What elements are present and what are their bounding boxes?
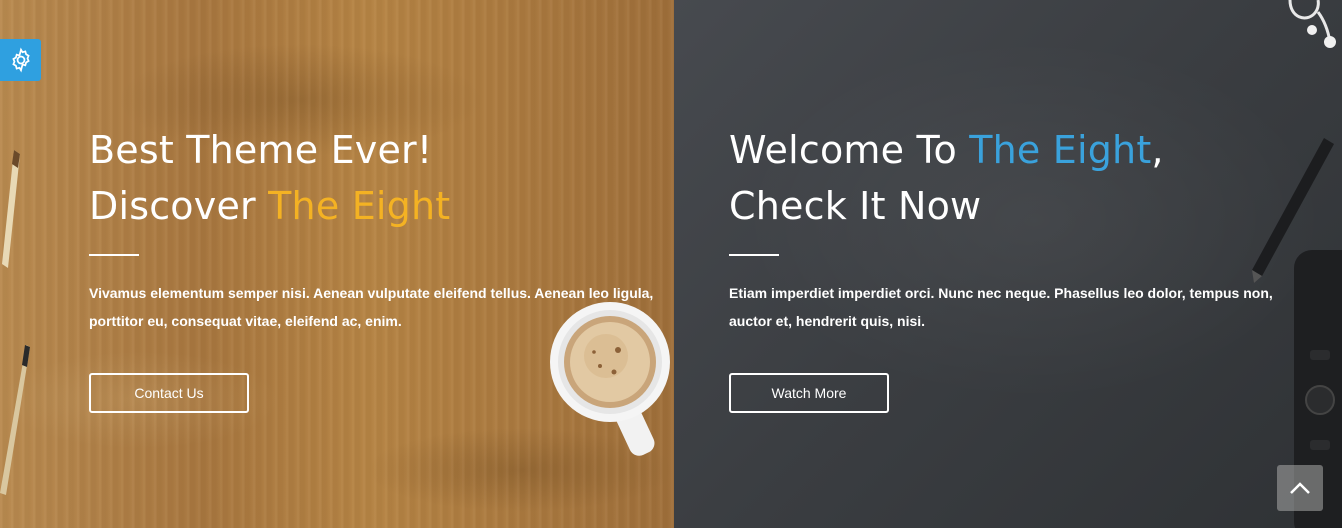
heading-line: Discover — [89, 184, 269, 228]
pencil-decoration — [2, 150, 20, 268]
heading-line: Check It Now — [729, 184, 982, 228]
heading-punctuation: , — [1151, 128, 1164, 172]
hero-right-panel: Welcome To The Eight, Check It Now Etiam… — [674, 0, 1342, 528]
heading-divider — [89, 254, 139, 256]
heading-accent: The Eight — [969, 128, 1152, 172]
hero-description-right: Etiam imperdiet imperdiet orci. Nunc nec… — [729, 285, 1273, 329]
earphones-decoration — [1288, 0, 1336, 48]
contact-us-button[interactable]: Contact Us — [89, 373, 249, 413]
heading-divider — [729, 254, 779, 256]
settings-toggle-button[interactable] — [0, 39, 41, 81]
hero-heading-left: Best Theme Ever! Discover The Eight — [89, 122, 664, 234]
gear-icon — [11, 47, 30, 73]
scroll-to-top-button[interactable] — [1277, 465, 1323, 511]
heading-accent: The Eight — [268, 184, 451, 228]
hero-heading-right: Welcome To The Eight, Check It Now — [729, 122, 1289, 234]
hero-left-panel: Best Theme Ever! Discover The Eight Viva… — [0, 0, 674, 528]
watch-more-button[interactable]: Watch More — [729, 373, 889, 413]
heading-line: Best Theme Ever! — [89, 128, 433, 172]
brush-decoration — [0, 345, 30, 495]
hero-description-left: Vivamus elementum semper nisi. Aenean vu… — [89, 285, 654, 329]
hero-slide-right: Welcome To The Eight, Check It Now Etiam… — [729, 122, 1289, 413]
chevron-up-icon — [1290, 482, 1310, 494]
heading-line: Welcome To — [729, 128, 970, 172]
hero-slide-left: Best Theme Ever! Discover The Eight Viva… — [89, 122, 664, 413]
